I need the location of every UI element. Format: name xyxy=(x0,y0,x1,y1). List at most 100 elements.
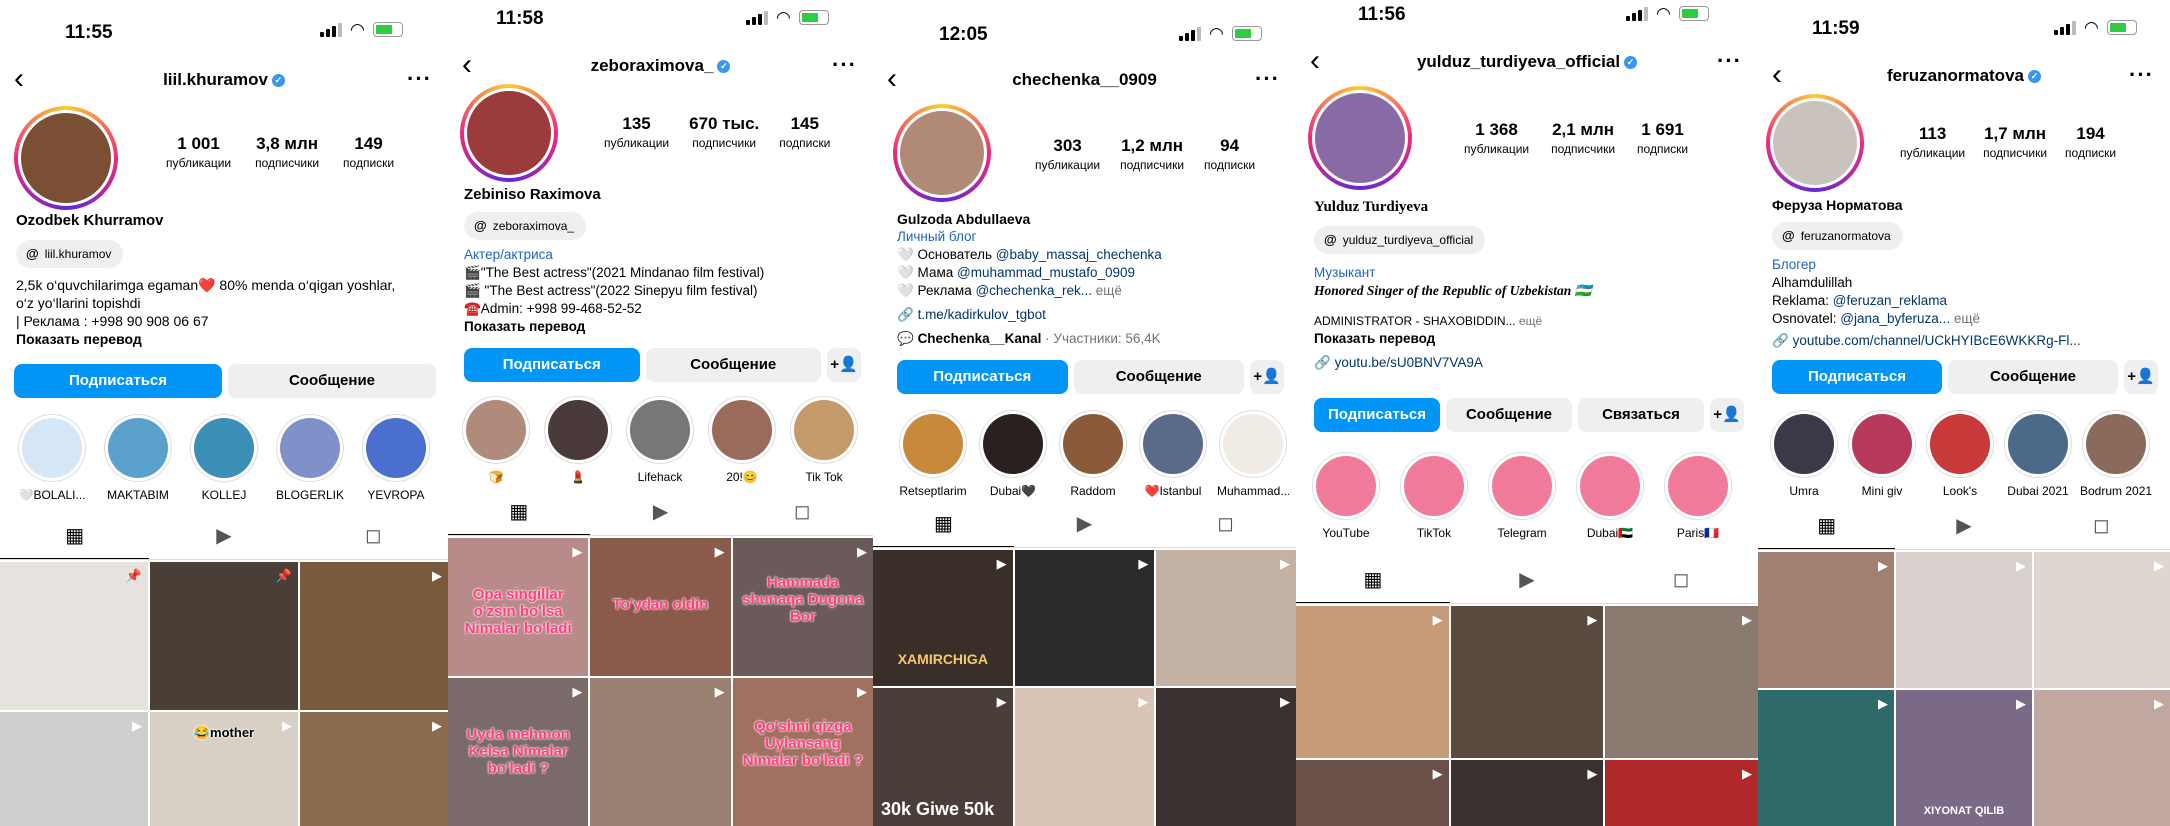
post-tile[interactable]: ▶ Opa singillar o'zsin bo'lsa Nimalar bo'… xyxy=(448,538,589,676)
reels-tab-icon[interactable]: ▶ xyxy=(1895,506,2032,549)
highlight-item[interactable]: Retseptlarim xyxy=(897,410,969,498)
message-button[interactable]: Сообщение xyxy=(645,348,821,382)
reels-tab-icon[interactable]: ▶ xyxy=(149,516,298,559)
message-button[interactable]: Сообщение xyxy=(1948,360,2118,394)
post-tile[interactable]: ▶ xyxy=(590,678,731,826)
stat-followers[interactable]: 670 тыс. подписчики xyxy=(689,114,759,150)
threads-badge[interactable]: @ yulduz_turdiyeva_official xyxy=(1314,226,1486,254)
highlight-item[interactable]: Look's xyxy=(1924,410,1996,498)
tagged-tab-icon[interactable]: ◻ xyxy=(299,516,448,559)
message-button[interactable]: Сообщение xyxy=(228,364,436,398)
post-tile[interactable]: ▶ 😂mother xyxy=(150,712,298,826)
post-tile[interactable]: ▶ xyxy=(1014,688,1155,826)
follow-button[interactable]: Подписаться xyxy=(464,348,640,382)
stat-posts[interactable]: 1 001 публикации xyxy=(166,134,231,170)
mention-link[interactable]: @baby_massaj_chechenka xyxy=(996,247,1162,262)
post-tile[interactable]: ▶ xyxy=(1156,688,1296,826)
stat-following[interactable]: 1 691 подписки xyxy=(1637,120,1688,156)
avatar[interactable] xyxy=(460,84,558,182)
stat-following[interactable]: 94 подписки xyxy=(1204,136,1255,172)
threads-badge[interactable]: @ zeboraximova_ xyxy=(464,212,587,240)
more-options-icon[interactable]: ··· xyxy=(407,66,432,92)
stat-followers[interactable]: 2,1 млн подписчики xyxy=(1551,120,1615,156)
more-link[interactable]: ещё xyxy=(1516,314,1542,328)
highlight-item[interactable]: Dubai 2021 xyxy=(2002,410,2074,498)
follow-button[interactable]: Подписаться xyxy=(897,360,1068,394)
post-tile[interactable]: ▶ 30k Giwe 50k xyxy=(873,688,1013,826)
grid-tab-icon[interactable]: ▦ xyxy=(1296,560,1450,603)
highlight-item[interactable]: YouTube xyxy=(1310,452,1382,540)
post-tile[interactable]: ▶ XAMIRCHIGA xyxy=(873,550,1013,686)
reels-tab-icon[interactable]: ▶ xyxy=(1014,504,1155,547)
more-link[interactable]: ещё xyxy=(1950,311,1980,326)
highlight-item[interactable]: ❤️Istanbul xyxy=(1137,410,1209,498)
stat-posts[interactable]: 135 публикации xyxy=(604,114,669,150)
post-tile[interactable]: ▶ To'ydan oldin xyxy=(590,538,731,676)
message-button[interactable]: Сообщение xyxy=(1073,360,1244,394)
avatar[interactable] xyxy=(14,106,118,210)
highlight-item[interactable]: Paris🇫🇷 xyxy=(1662,452,1734,540)
highlight-item[interactable]: Bodrum 2021 xyxy=(2080,410,2152,498)
highlight-item[interactable]: Telegram xyxy=(1486,452,1558,540)
stat-following[interactable]: 194 подписки xyxy=(2065,124,2116,160)
post-tile[interactable]: ▶ xyxy=(300,562,448,710)
post-tile[interactable]: 📌 xyxy=(0,562,148,710)
avatar[interactable] xyxy=(1308,86,1412,190)
show-translation-link[interactable]: Показать перевод xyxy=(464,318,861,336)
grid-tab-icon[interactable]: ▦ xyxy=(873,504,1014,547)
tagged-tab-icon[interactable]: ◻ xyxy=(2033,506,2170,549)
threads-badge[interactable]: @ feruzanormatova xyxy=(1772,222,1903,250)
highlight-item[interactable]: 20!😊 xyxy=(706,396,778,484)
more-options-icon[interactable]: ··· xyxy=(2129,62,2154,88)
channel-row[interactable]: 💬 Chechenka__Kanal · Участники: 56,4K xyxy=(897,330,1284,348)
stat-posts[interactable]: 113 публикации xyxy=(1900,124,1965,160)
post-tile[interactable]: ▶ Uyda mehmon Kelsa Nimalar bo'ladi ? xyxy=(448,678,589,826)
more-options-icon[interactable]: ··· xyxy=(1717,48,1742,74)
highlight-item[interactable]: Dubai🖤 xyxy=(977,410,1049,498)
external-link[interactable]: 🔗 t.me/kadirkulov_tgbot xyxy=(897,306,1284,324)
stat-followers[interactable]: 3,8 млн подписчики xyxy=(255,134,319,170)
grid-tab-icon[interactable]: ▦ xyxy=(1758,506,1896,549)
post-tile[interactable]: ▶ Hammada shunaqa Dugona Bor xyxy=(732,538,873,676)
message-button[interactable]: Сообщение xyxy=(1446,398,1572,432)
avatar[interactable] xyxy=(1766,94,1864,192)
highlight-item[interactable]: YEVROPA xyxy=(360,414,432,502)
post-tile[interactable]: ▶ xyxy=(1758,552,1894,688)
external-link[interactable]: 🔗 youtube.com/channel/UCkHYIBcE6WKKRg-Fl… xyxy=(1772,332,2158,350)
follow-button[interactable]: Подписаться xyxy=(1314,398,1440,432)
highlight-item[interactable]: Lifehack xyxy=(624,396,696,484)
add-user-icon[interactable]: +👤 xyxy=(1710,398,1744,432)
mention-link[interactable]: @jana_byferuza... xyxy=(1840,311,1950,326)
post-tile[interactable]: ▶ xyxy=(2034,690,2170,826)
highlight-item[interactable]: Dubai🇦🇪 xyxy=(1574,452,1646,540)
highlight-item[interactable]: TikTok xyxy=(1398,452,1470,540)
tagged-tab-icon[interactable]: ◻ xyxy=(1155,504,1296,547)
post-tile[interactable]: ▶ xyxy=(2034,552,2170,688)
add-user-icon[interactable]: +👤 xyxy=(827,348,861,382)
highlight-item[interactable]: KOLLEJ xyxy=(188,414,260,502)
show-translation-link[interactable]: Показать перевод xyxy=(16,330,436,348)
post-tile[interactable]: ▶ xyxy=(1014,550,1155,686)
post-tile[interactable]: ▶ xyxy=(1605,606,1758,758)
highlight-item[interactable]: Raddom xyxy=(1057,410,1129,498)
mention-link[interactable]: @feruzan_reklama xyxy=(1833,293,1947,308)
highlight-item[interactable]: Umra xyxy=(1768,410,1840,498)
mention-link[interactable]: @muhammad_mustafo_0909 xyxy=(957,265,1135,280)
stat-following[interactable]: 145 подписки xyxy=(779,114,830,150)
post-tile[interactable]: ▶ xyxy=(1450,760,1604,826)
post-tile[interactable]: ▶ XIYONAT QILIB xyxy=(1896,690,2032,826)
post-tile[interactable]: ▶ xyxy=(1450,606,1604,758)
highlight-item[interactable]: BLOGERLIK xyxy=(274,414,346,502)
external-link[interactable]: 🔗 youtu.be/sU0BNV7VA9A xyxy=(1314,354,1746,372)
post-tile[interactable]: ▶ xyxy=(0,712,148,826)
highlight-item[interactable]: MAKTABIM xyxy=(102,414,174,502)
more-link[interactable]: ещё xyxy=(1092,283,1122,298)
highlight-item[interactable]: 🍞 xyxy=(460,396,532,484)
tagged-tab-icon[interactable]: ◻ xyxy=(1604,560,1758,603)
highlight-item[interactable]: 🤍BOLALI... xyxy=(16,414,88,502)
grid-tab-icon[interactable]: ▦ xyxy=(448,492,590,535)
show-translation-link[interactable]: Показать перевод xyxy=(1314,330,1746,348)
post-tile[interactable]: ▶ xyxy=(1296,606,1449,758)
post-tile[interactable]: ▶ xyxy=(1156,550,1296,686)
contact-button[interactable]: Связаться xyxy=(1578,398,1704,432)
